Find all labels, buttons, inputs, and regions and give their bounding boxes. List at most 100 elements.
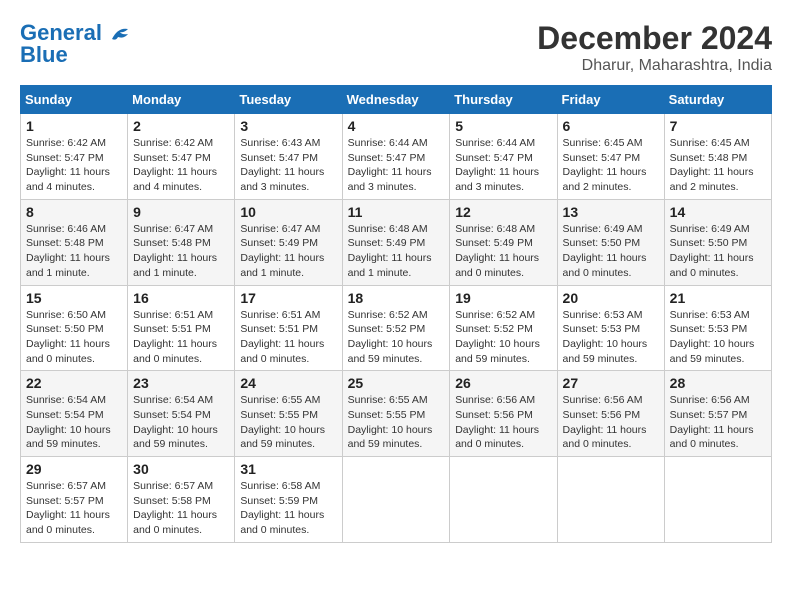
day-detail: Sunrise: 6:52 AM Sunset: 5:52 PM Dayligh… — [455, 308, 551, 367]
table-row: 26 Sunrise: 6:56 AM Sunset: 5:56 PM Dayl… — [450, 371, 557, 457]
col-tuesday: Tuesday — [235, 86, 342, 114]
table-row: 9 Sunrise: 6:47 AM Sunset: 5:48 PM Dayli… — [128, 199, 235, 285]
day-detail: Sunrise: 6:56 AM Sunset: 5:56 PM Dayligh… — [455, 393, 551, 452]
table-row — [664, 457, 771, 543]
day-number: 27 — [563, 375, 659, 391]
day-number: 31 — [240, 461, 336, 477]
day-detail: Sunrise: 6:49 AM Sunset: 5:50 PM Dayligh… — [670, 222, 766, 281]
day-detail: Sunrise: 6:53 AM Sunset: 5:53 PM Dayligh… — [670, 308, 766, 367]
day-number: 19 — [455, 290, 551, 306]
table-row: 6 Sunrise: 6:45 AM Sunset: 5:47 PM Dayli… — [557, 114, 664, 200]
day-number: 6 — [563, 118, 659, 134]
table-row: 31 Sunrise: 6:58 AM Sunset: 5:59 PM Dayl… — [235, 457, 342, 543]
day-detail: Sunrise: 6:42 AM Sunset: 5:47 PM Dayligh… — [26, 136, 122, 195]
day-detail: Sunrise: 6:49 AM Sunset: 5:50 PM Dayligh… — [563, 222, 659, 281]
table-row: 16 Sunrise: 6:51 AM Sunset: 5:51 PM Dayl… — [128, 285, 235, 371]
day-number: 29 — [26, 461, 122, 477]
col-friday: Friday — [557, 86, 664, 114]
calendar-week-row: 8 Sunrise: 6:46 AM Sunset: 5:48 PM Dayli… — [21, 199, 772, 285]
table-row: 15 Sunrise: 6:50 AM Sunset: 5:50 PM Dayl… — [21, 285, 128, 371]
day-detail: Sunrise: 6:47 AM Sunset: 5:49 PM Dayligh… — [240, 222, 336, 281]
day-number: 30 — [133, 461, 229, 477]
col-saturday: Saturday — [664, 86, 771, 114]
col-thursday: Thursday — [450, 86, 557, 114]
table-row: 25 Sunrise: 6:55 AM Sunset: 5:55 PM Dayl… — [342, 371, 450, 457]
day-number: 18 — [348, 290, 445, 306]
day-detail: Sunrise: 6:43 AM Sunset: 5:47 PM Dayligh… — [240, 136, 336, 195]
logo-blue: Blue — [20, 42, 68, 68]
day-detail: Sunrise: 6:46 AM Sunset: 5:48 PM Dayligh… — [26, 222, 122, 281]
location-title: Dharur, Maharashtra, India — [537, 57, 772, 75]
day-detail: Sunrise: 6:44 AM Sunset: 5:47 PM Dayligh… — [348, 136, 445, 195]
table-row: 7 Sunrise: 6:45 AM Sunset: 5:48 PM Dayli… — [664, 114, 771, 200]
table-row: 3 Sunrise: 6:43 AM Sunset: 5:47 PM Dayli… — [235, 114, 342, 200]
table-row: 24 Sunrise: 6:55 AM Sunset: 5:55 PM Dayl… — [235, 371, 342, 457]
day-number: 5 — [455, 118, 551, 134]
table-row — [557, 457, 664, 543]
day-detail: Sunrise: 6:56 AM Sunset: 5:57 PM Dayligh… — [670, 393, 766, 452]
table-row: 19 Sunrise: 6:52 AM Sunset: 5:52 PM Dayl… — [450, 285, 557, 371]
day-number: 11 — [348, 204, 445, 220]
table-row: 23 Sunrise: 6:54 AM Sunset: 5:54 PM Dayl… — [128, 371, 235, 457]
day-number: 16 — [133, 290, 229, 306]
day-number: 17 — [240, 290, 336, 306]
calendar-header-row: Sunday Monday Tuesday Wednesday Thursday… — [21, 86, 772, 114]
col-monday: Monday — [128, 86, 235, 114]
month-title: December 2024 — [537, 20, 772, 57]
table-row: 21 Sunrise: 6:53 AM Sunset: 5:53 PM Dayl… — [664, 285, 771, 371]
day-detail: Sunrise: 6:55 AM Sunset: 5:55 PM Dayligh… — [348, 393, 445, 452]
day-number: 10 — [240, 204, 336, 220]
day-detail: Sunrise: 6:56 AM Sunset: 5:56 PM Dayligh… — [563, 393, 659, 452]
day-number: 7 — [670, 118, 766, 134]
table-row: 8 Sunrise: 6:46 AM Sunset: 5:48 PM Dayli… — [21, 199, 128, 285]
table-row: 12 Sunrise: 6:48 AM Sunset: 5:49 PM Dayl… — [450, 199, 557, 285]
table-row: 28 Sunrise: 6:56 AM Sunset: 5:57 PM Dayl… — [664, 371, 771, 457]
table-row — [450, 457, 557, 543]
day-detail: Sunrise: 6:52 AM Sunset: 5:52 PM Dayligh… — [348, 308, 445, 367]
table-row: 11 Sunrise: 6:48 AM Sunset: 5:49 PM Dayl… — [342, 199, 450, 285]
table-row: 14 Sunrise: 6:49 AM Sunset: 5:50 PM Dayl… — [664, 199, 771, 285]
day-detail: Sunrise: 6:55 AM Sunset: 5:55 PM Dayligh… — [240, 393, 336, 452]
day-number: 4 — [348, 118, 445, 134]
day-number: 13 — [563, 204, 659, 220]
day-detail: Sunrise: 6:48 AM Sunset: 5:49 PM Dayligh… — [348, 222, 445, 281]
day-number: 14 — [670, 204, 766, 220]
col-wednesday: Wednesday — [342, 86, 450, 114]
table-row: 18 Sunrise: 6:52 AM Sunset: 5:52 PM Dayl… — [342, 285, 450, 371]
day-detail: Sunrise: 6:54 AM Sunset: 5:54 PM Dayligh… — [133, 393, 229, 452]
day-number: 20 — [563, 290, 659, 306]
day-detail: Sunrise: 6:45 AM Sunset: 5:47 PM Dayligh… — [563, 136, 659, 195]
page-header: General Blue December 2024 Dharur, Mahar… — [20, 20, 772, 75]
col-sunday: Sunday — [21, 86, 128, 114]
day-number: 9 — [133, 204, 229, 220]
day-detail: Sunrise: 6:51 AM Sunset: 5:51 PM Dayligh… — [240, 308, 336, 367]
day-detail: Sunrise: 6:54 AM Sunset: 5:54 PM Dayligh… — [26, 393, 122, 452]
table-row: 27 Sunrise: 6:56 AM Sunset: 5:56 PM Dayl… — [557, 371, 664, 457]
table-row: 5 Sunrise: 6:44 AM Sunset: 5:47 PM Dayli… — [450, 114, 557, 200]
day-number: 25 — [348, 375, 445, 391]
calendar-week-row: 22 Sunrise: 6:54 AM Sunset: 5:54 PM Dayl… — [21, 371, 772, 457]
day-detail: Sunrise: 6:48 AM Sunset: 5:49 PM Dayligh… — [455, 222, 551, 281]
day-detail: Sunrise: 6:58 AM Sunset: 5:59 PM Dayligh… — [240, 479, 336, 538]
logo-bird-icon — [110, 25, 132, 43]
day-number: 28 — [670, 375, 766, 391]
day-number: 24 — [240, 375, 336, 391]
day-detail: Sunrise: 6:53 AM Sunset: 5:53 PM Dayligh… — [563, 308, 659, 367]
table-row: 22 Sunrise: 6:54 AM Sunset: 5:54 PM Dayl… — [21, 371, 128, 457]
day-number: 2 — [133, 118, 229, 134]
day-detail: Sunrise: 6:57 AM Sunset: 5:57 PM Dayligh… — [26, 479, 122, 538]
table-row: 4 Sunrise: 6:44 AM Sunset: 5:47 PM Dayli… — [342, 114, 450, 200]
day-number: 21 — [670, 290, 766, 306]
day-number: 12 — [455, 204, 551, 220]
table-row: 30 Sunrise: 6:57 AM Sunset: 5:58 PM Dayl… — [128, 457, 235, 543]
calendar-week-row: 1 Sunrise: 6:42 AM Sunset: 5:47 PM Dayli… — [21, 114, 772, 200]
day-number: 26 — [455, 375, 551, 391]
table-row: 20 Sunrise: 6:53 AM Sunset: 5:53 PM Dayl… — [557, 285, 664, 371]
calendar-week-row: 15 Sunrise: 6:50 AM Sunset: 5:50 PM Dayl… — [21, 285, 772, 371]
day-detail: Sunrise: 6:44 AM Sunset: 5:47 PM Dayligh… — [455, 136, 551, 195]
day-number: 15 — [26, 290, 122, 306]
table-row: 29 Sunrise: 6:57 AM Sunset: 5:57 PM Dayl… — [21, 457, 128, 543]
title-section: December 2024 Dharur, Maharashtra, India — [537, 20, 772, 75]
logo: General Blue — [20, 20, 132, 68]
table-row: 2 Sunrise: 6:42 AM Sunset: 5:47 PM Dayli… — [128, 114, 235, 200]
